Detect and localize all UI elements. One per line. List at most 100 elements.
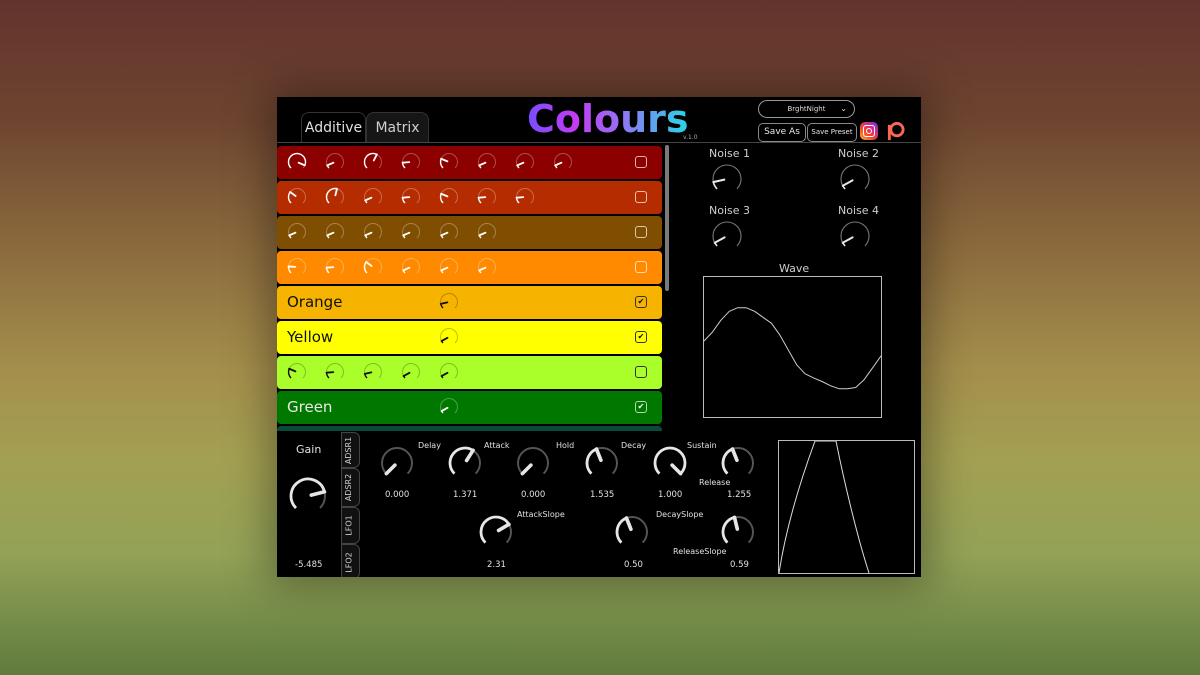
row-knob[interactable] — [324, 151, 346, 173]
row-knob[interactable] — [324, 361, 346, 383]
row-enable-checkbox[interactable] — [635, 156, 647, 168]
row-knob[interactable] — [362, 221, 384, 243]
knob-pointer — [288, 367, 297, 373]
row-enable-checkbox[interactable] — [635, 261, 647, 273]
attack-slope-knob[interactable] — [479, 515, 512, 544]
release-knob[interactable] — [721, 447, 754, 475]
row-enable-checkbox[interactable] — [635, 366, 647, 378]
knob-pointer — [516, 161, 525, 167]
knob-pointer — [402, 266, 411, 272]
knob-pointer — [478, 161, 487, 167]
save-preset-button[interactable]: Save Preset — [807, 123, 857, 142]
row-knob[interactable] — [438, 151, 460, 173]
knob-track — [840, 221, 870, 247]
noise-2-label: Noise 2 — [838, 147, 880, 160]
knob-track — [440, 293, 458, 309]
noise-2-knob[interactable] — [840, 164, 870, 190]
row-knob[interactable] — [324, 256, 346, 278]
knob-pointer — [624, 516, 633, 532]
knob-track — [478, 153, 496, 169]
knob-track — [326, 153, 344, 169]
knob-pointer — [440, 157, 449, 163]
knob-value-arc — [842, 185, 846, 190]
row-knob[interactable] — [438, 291, 460, 313]
hold-knob[interactable] — [517, 447, 549, 476]
release-slope-knob[interactable] — [721, 515, 754, 544]
patreon-icon[interactable] — [886, 122, 905, 141]
row-knob[interactable] — [324, 186, 346, 208]
row-knob[interactable] — [476, 256, 498, 278]
row-knob[interactable] — [362, 186, 384, 208]
row-knob[interactable] — [438, 221, 460, 243]
save-as-button[interactable]: Save As — [758, 123, 806, 142]
tab-additive[interactable]: Additive — [301, 112, 366, 143]
knob-track — [364, 223, 382, 239]
gain-knob[interactable] — [289, 477, 327, 510]
attack-knob[interactable] — [448, 446, 481, 475]
knob-pointer — [402, 371, 411, 378]
row-enable-checkbox[interactable]: ✔ — [635, 296, 647, 308]
preset-selected: BrghtNight — [787, 105, 826, 113]
noise-1-knob[interactable] — [712, 164, 742, 190]
wave-display — [703, 276, 882, 418]
tab-matrix[interactable]: Matrix — [366, 112, 429, 143]
row-knob[interactable] — [552, 151, 574, 173]
knob-pointer — [334, 187, 338, 197]
knob-pointer — [363, 371, 373, 375]
decay-slope-knob[interactable] — [615, 516, 648, 544]
row-knob[interactable] — [438, 361, 460, 383]
row-knob[interactable] — [400, 151, 422, 173]
row-knob[interactable] — [286, 221, 308, 243]
row-knob[interactable] — [476, 221, 498, 243]
knob-pointer — [325, 266, 335, 269]
header-divider — [277, 142, 921, 143]
knob-pointer — [365, 261, 373, 267]
sustain-knob[interactable] — [653, 446, 687, 476]
row-enable-checkbox[interactable] — [635, 226, 647, 238]
noise-3-knob[interactable] — [712, 221, 742, 247]
rows-scrollbar[interactable] — [665, 145, 669, 291]
row-knob[interactable] — [286, 186, 308, 208]
knob-pointer — [325, 371, 335, 374]
knob-value-arc — [287, 152, 307, 169]
row-knob[interactable] — [400, 256, 422, 278]
row-knob[interactable] — [514, 186, 536, 208]
row-knob[interactable] — [286, 361, 308, 383]
row-knob[interactable] — [476, 186, 498, 208]
row-knob[interactable] — [438, 326, 460, 348]
instagram-icon[interactable] — [860, 122, 878, 140]
modulation-panel: Gain -5.485 ADSR1 ADSR2 LFO1 LFO2 Delay … — [277, 431, 921, 577]
decay-knob[interactable] — [585, 447, 618, 475]
row-knob[interactable] — [362, 151, 384, 173]
knob-pointer — [440, 192, 449, 198]
row-knob[interactable] — [514, 151, 536, 173]
row-knob[interactable] — [286, 151, 308, 173]
knob-pointer — [520, 463, 533, 476]
row-enable-checkbox[interactable]: ✔ — [635, 401, 647, 413]
knob-pointer — [297, 161, 306, 167]
knob-pointer — [440, 371, 449, 378]
knob-pointer — [732, 515, 740, 531]
row-knob[interactable] — [324, 221, 346, 243]
row-knob[interactable] — [286, 256, 308, 278]
knob-track — [326, 363, 344, 379]
row-enable-checkbox[interactable]: ✔ — [635, 331, 647, 343]
row-knob[interactable] — [438, 186, 460, 208]
envelope-plot — [778, 440, 870, 574]
preset-dropdown[interactable]: BrghtNight ⌄ — [758, 100, 855, 118]
row-knob[interactable] — [362, 361, 384, 383]
row-knob[interactable] — [476, 151, 498, 173]
row-knob[interactable] — [400, 186, 422, 208]
knob-track — [478, 223, 496, 239]
knob-pointer — [440, 266, 449, 272]
row-knob[interactable] — [438, 256, 460, 278]
row-knob[interactable] — [362, 256, 384, 278]
chevron-down-icon: ⌄ — [840, 104, 847, 113]
delay-knob[interactable] — [381, 447, 413, 476]
row-knob[interactable] — [438, 396, 460, 418]
knob-value-arc — [363, 152, 378, 169]
row-knob[interactable] — [400, 361, 422, 383]
row-knob[interactable] — [400, 221, 422, 243]
noise-4-knob[interactable] — [840, 221, 870, 247]
row-enable-checkbox[interactable] — [635, 191, 647, 203]
